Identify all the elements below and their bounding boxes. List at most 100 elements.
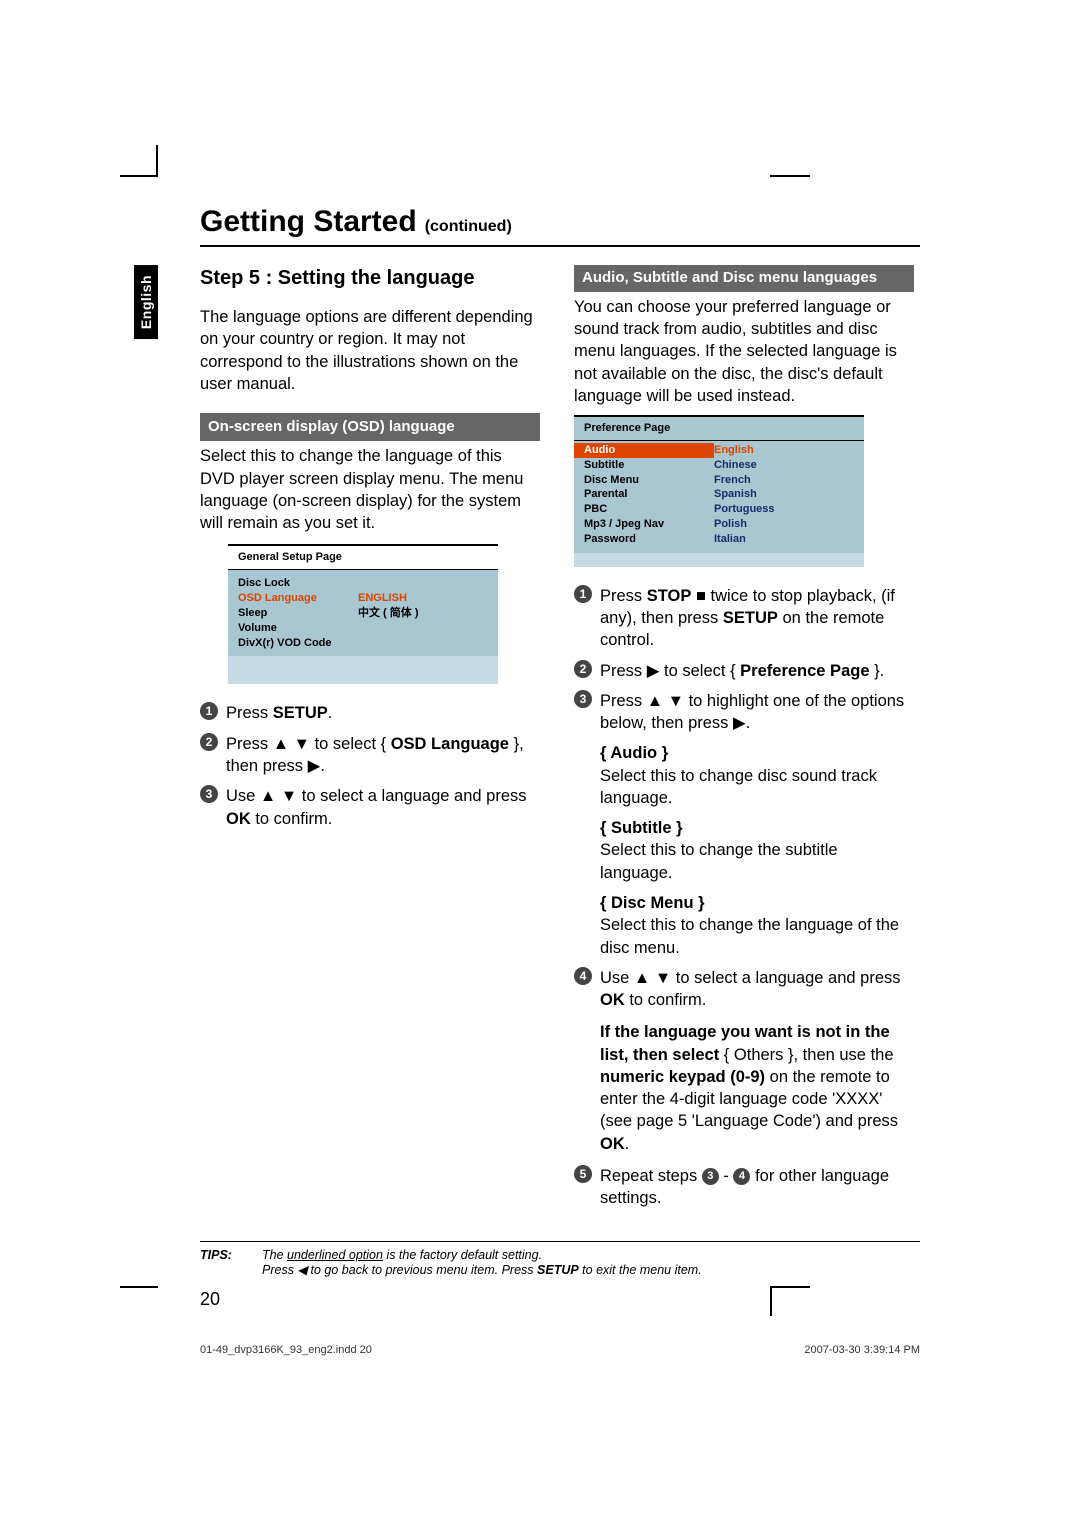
step-number-icon: 5 [574,1165,592,1183]
step-number-icon: 1 [200,702,218,720]
pref-row-value: Spanish [714,487,757,502]
step-item: 4 Use ▲ ▼ to select a language and press… [574,967,914,1012]
osd-row-selected: OSD Language [238,591,358,606]
title-rule [200,245,920,247]
tips-text: Press ◀ to go back to previous menu item… [262,1263,537,1277]
step-item: 1 Press STOP ■ twice to stop playback, (… [574,585,914,652]
intro-paragraph: The language options are different depen… [200,306,540,395]
pref-row-value: Portuguess [714,502,775,517]
osd-row-value: 中文 ( 简体 ) [358,606,419,621]
step-text-bold: SETUP [273,704,328,722]
step-number-icon: 4 [574,967,592,985]
pref-row-value: Italian [714,532,746,547]
step-text: Press ▶ to select { [600,662,740,680]
note-text-bold: numeric keypad (0-9) [600,1068,765,1086]
osd-menu-screenshot: General Setup Page Disc Lock OSD Languag… [228,544,498,684]
step-number-icon: 2 [574,660,592,678]
note-text-bold: OK [600,1135,625,1153]
footer-right: 2007-03-30 3:39:14 PM [804,1344,920,1356]
pref-row-value: French [714,473,751,488]
osd-row: Volume [238,621,358,636]
option-text: Select this to change the subtitle langu… [600,839,914,884]
step-number-icon: 3 [574,690,592,708]
tips-text-bold: SETUP [537,1263,579,1277]
tips-text: to exit the menu item. [579,1263,702,1277]
osd-menu-title: General Setup Page [228,544,498,570]
note-text: { Others }, then use the [719,1046,893,1064]
osd-row: DivX(r) VOD Code [238,636,358,651]
option-subtitle: { Subtitle } Select this to change the s… [600,817,914,884]
step-text-bold: STOP [647,587,692,605]
manual-page: English Getting Started (continued) Step… [140,205,940,1356]
pref-row-value: Chinese [714,458,757,473]
tips-label: TIPS: [200,1248,262,1277]
step-number-icon: 2 [200,733,218,751]
page-title: Getting Started [200,205,417,239]
step-text: to confirm. [251,810,333,828]
option-text: Select this to change the language of th… [600,914,914,959]
page-title-continued: (continued) [425,218,512,236]
preference-menu-screenshot: Preference Page AudioEnglish SubtitleChi… [574,415,864,567]
option-label: { Disc Menu } [600,892,914,914]
step-text: Use ▲ ▼ to select a language and press [226,787,527,805]
osd-row-value: ENGLISH [358,591,407,606]
page-number: 20 [200,1289,940,1310]
right-column: Audio, Subtitle and Disc menu languages … [574,265,914,1217]
step-item: 2 Press ▶ to select { Preference Page }. [574,660,914,682]
option-audio: { Audio } Select this to change disc sou… [600,742,914,809]
step-text-bold: OSD Language [391,735,509,753]
tips-underlined: underlined option [287,1248,383,1262]
step-text: Press [226,704,273,722]
option-disc-menu: { Disc Menu } Select this to change the … [600,892,914,959]
pref-row: Mp3 / Jpeg Nav [584,517,714,532]
tips-footer: TIPS: The underlined option is the facto… [200,1241,920,1277]
step-text: Use ▲ ▼ to select a language and press [600,969,901,987]
step-text-bold: OK [226,810,251,828]
step-text: - [719,1167,734,1185]
option-label: { Subtitle } [600,817,914,839]
step-text: }. [870,662,885,680]
osd-section-header: On-screen display (OSD) language [200,413,540,441]
step-number-icon: 3 [200,785,218,803]
step-item: 1 Press SETUP. [200,702,540,724]
tips-text: The [262,1248,287,1262]
preference-menu-title: Preference Page [574,415,864,441]
step-text: to confirm. [625,991,707,1009]
pref-row: Disc Menu [584,473,714,488]
tips-text: is the factory default setting. [383,1248,542,1262]
step-item: 3 Use ▲ ▼ to select a language and press… [200,785,540,830]
step-text: Press ▲ ▼ to select { [226,735,391,753]
osd-row: Disc Lock [238,576,358,591]
option-label: { Audio } [600,742,914,764]
osd-description: Select this to change the language of th… [200,445,540,534]
language-tab: English [134,265,158,339]
pref-row-value: English [714,443,754,458]
step-item: 5 Repeat steps 3 - 4 for other language … [574,1165,914,1210]
note-others: If the language you want is not in the l… [600,1021,914,1155]
step-text: . [328,704,333,722]
osd-row: Sleep [238,606,358,621]
pref-row-value: Polish [714,517,747,532]
step-number-icon: 1 [574,585,592,603]
pref-row-selected: Audio [574,443,714,458]
inline-step-ref-icon: 4 [733,1168,750,1185]
step-heading: Step 5 : Setting the language [200,265,540,292]
pref-row: Password [584,532,714,547]
step-text-bold: OK [600,991,625,1009]
asd-description: You can choose your preferred language o… [574,296,914,407]
note-text: . [625,1135,630,1153]
left-column: Step 5 : Setting the language The langua… [200,265,540,1217]
step-text: Press ▲ ▼ to highlight one of the option… [600,690,914,735]
print-footer: 01-49_dvp3166K_93_eng2.indd 20 2007-03-3… [200,1344,920,1356]
step-text-bold: Preference Page [740,662,869,680]
pref-row: Parental [584,487,714,502]
step-text: Press [600,587,647,605]
step-item: 3 Press ▲ ▼ to highlight one of the opti… [574,690,914,735]
pref-row: Subtitle [584,458,714,473]
inline-step-ref-icon: 3 [702,1168,719,1185]
asd-section-header: Audio, Subtitle and Disc menu languages [574,265,914,292]
step-item: 2 Press ▲ ▼ to select { OSD Language }, … [200,733,540,778]
step-text-bold: SETUP [723,609,778,627]
option-text: Select this to change disc sound track l… [600,765,914,810]
footer-left: 01-49_dvp3166K_93_eng2.indd 20 [200,1344,372,1356]
